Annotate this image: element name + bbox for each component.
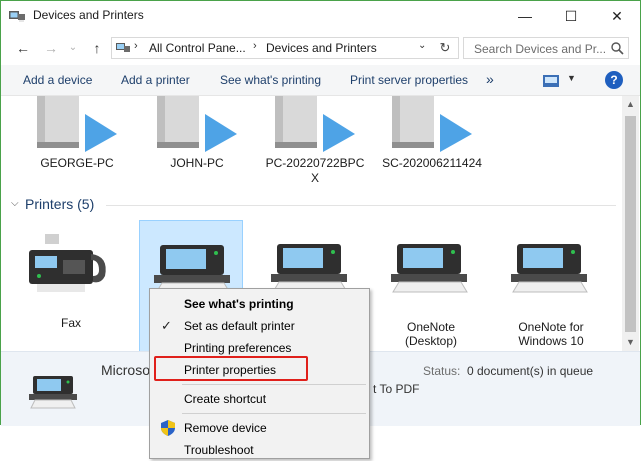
printer-icon [511, 244, 588, 293]
menu-item-create-shortcut[interactable]: Create shortcut [150, 388, 369, 410]
breadcrumb-control-panel[interactable]: All Control Pane... [149, 41, 246, 55]
device-label: PC-20220722BPC [265, 156, 365, 170]
menu-item-label: Create shortcut [184, 392, 267, 406]
scroll-down-button[interactable]: ▼ [622, 334, 639, 351]
device-label: SC-202006211424 [382, 156, 482, 170]
devices-printers-icon [9, 11, 25, 22]
menu-item-remove-device[interactable]: Remove device [150, 417, 369, 439]
refresh-button[interactable]: ↻ [435, 37, 455, 59]
minimize-icon: — [518, 8, 532, 24]
breadcrumb-separator[interactable]: › [253, 40, 257, 52]
minimize-button[interactable]: — [502, 1, 548, 31]
device-label: JOHN-PC [170, 156, 224, 170]
close-icon: ✕ [611, 7, 623, 24]
up-arrow-icon: ↑ [93, 40, 101, 56]
menu-item-label: Set as default printer [184, 319, 295, 333]
printer-onenote-desktop[interactable]: OneNote (Desktop) [375, 220, 487, 348]
maximize-button[interactable]: ☐ [548, 1, 594, 31]
computer-tower-icon [392, 96, 472, 152]
menu-item-label: Printing preferences [184, 341, 292, 355]
device-label: OneNote for [518, 320, 584, 334]
group-divider [106, 205, 616, 206]
address-dropdown[interactable]: ⌄ [418, 40, 426, 51]
print-server-properties-button[interactable]: Print server properties [350, 73, 468, 87]
device-george-pc[interactable]: GEORGE-PC [21, 96, 133, 188]
computer-tower-icon [157, 96, 237, 152]
forward-arrow-icon: → [44, 40, 58, 56]
view-icon [543, 75, 559, 87]
device-label-line2: (Desktop) [404, 334, 457, 348]
menu-item-see-printing[interactable]: See what's printing [150, 293, 369, 315]
printer-icon [391, 244, 468, 293]
fax-icon [29, 234, 106, 292]
annotation-highlight [154, 356, 308, 381]
chevron-up-icon: ▲ [626, 99, 635, 109]
command-bar: Add a device Add a printer See what's pr… [1, 65, 640, 96]
search-icon [611, 42, 624, 55]
device-label: OneNote [406, 320, 456, 334]
close-button[interactable]: ✕ [594, 1, 640, 31]
device-label-line2: Windows 10 [518, 334, 584, 348]
printer-fax[interactable]: Fax [15, 220, 127, 346]
details-device-name: Microsof [101, 362, 154, 378]
menu-item-label: Remove device [184, 421, 267, 435]
menu-separator [182, 413, 366, 414]
printers-group-header[interactable]: Printers (5) [25, 196, 94, 212]
device-label: GEORGE-PC [40, 156, 114, 170]
printer-onenote-windows10[interactable]: OneNote for Windows 10 [495, 220, 607, 348]
chevron-down-icon: ▼ [567, 73, 576, 83]
menu-separator [182, 384, 366, 385]
back-arrow-icon: ← [16, 40, 30, 56]
scroll-up-button[interactable]: ▲ [622, 96, 639, 113]
back-button[interactable]: ← [13, 39, 33, 57]
device-sc-202006211424[interactable]: SC-202006211424 [376, 96, 488, 188]
help-button[interactable]: ? [605, 71, 623, 89]
add-printer-button[interactable]: Add a printer [121, 73, 190, 87]
scroll-thumb[interactable] [625, 116, 636, 332]
checkmark-icon: ✓ [161, 318, 172, 333]
forward-button[interactable]: → [41, 39, 61, 57]
device-label: Fax [60, 316, 81, 330]
details-name-tail: t To PDF [373, 382, 420, 396]
breadcrumb-devices-printers[interactable]: Devices and Printers [266, 41, 377, 55]
device-pc-20220722bpcx[interactable]: PC-20220722BPC X [259, 96, 371, 188]
address-bar: ← → ⌄ ↑ › All Control Pane... › Devices … [1, 33, 640, 63]
printer-icon [29, 376, 77, 409]
recent-locations-button[interactable]: ⌄ [63, 39, 83, 57]
window-title: Devices and Printers [33, 8, 144, 22]
computer-tower-icon [275, 96, 355, 152]
title-bar: Devices and Printers — ☐ ✕ [1, 1, 640, 31]
breadcrumb-separator[interactable]: › [134, 40, 138, 52]
chevron-down-icon: ⌄ [68, 42, 78, 53]
maximize-icon: ☐ [564, 7, 578, 24]
vertical-scrollbar[interactable]: ▲ ▼ [622, 96, 639, 351]
address-field[interactable]: › All Control Pane... › Devices and Prin… [111, 37, 459, 59]
device-john-pc[interactable]: JOHN-PC [141, 96, 253, 188]
change-view-button[interactable]: ▼ [543, 73, 577, 89]
details-status-label: Status: [423, 364, 461, 378]
search-input[interactable]: Search Devices and Pr... [463, 37, 629, 59]
menu-item-set-default[interactable]: ✓ Set as default printer [150, 315, 369, 337]
up-button[interactable]: ↑ [87, 39, 107, 57]
control-panel-icon [116, 43, 130, 52]
details-status-value: 0 document(s) in queue [467, 364, 594, 378]
menu-item-label: Troubleshoot [184, 443, 254, 457]
search-placeholder: Search Devices and Pr... [474, 42, 607, 56]
computer-tower-icon [37, 96, 117, 152]
menu-item-label: See what's printing [184, 297, 294, 311]
more-commands-button[interactable]: » [486, 71, 494, 87]
see-printing-button[interactable]: See what's printing [220, 73, 321, 87]
group-collapse-toggle[interactable]: ⌵ [11, 198, 19, 209]
refresh-icon: ↻ [439, 40, 451, 55]
chevron-down-icon: ▼ [626, 337, 635, 347]
uac-shield-icon [161, 420, 175, 436]
device-label-line2: X [310, 171, 319, 185]
add-device-button[interactable]: Add a device [23, 73, 92, 87]
menu-item-troubleshoot[interactable]: Troubleshoot [150, 439, 369, 461]
help-icon: ? [610, 73, 618, 87]
